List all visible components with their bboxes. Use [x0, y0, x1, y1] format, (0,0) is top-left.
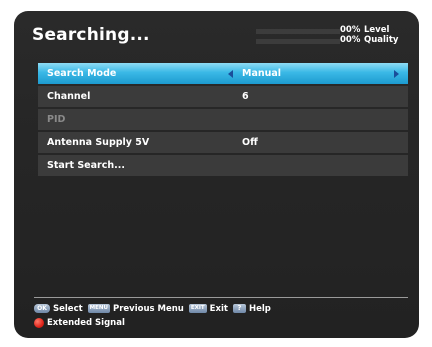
menu-row-value: Manual: [242, 68, 282, 79]
level-value: 00%: [340, 25, 361, 35]
menu-row-value: Off: [242, 137, 258, 148]
ok-button-icon[interactable]: OK: [34, 304, 50, 313]
page-title: Searching...: [32, 25, 150, 45]
arrow-left-icon[interactable]: [228, 70, 233, 78]
exit-button-icon[interactable]: EXIT: [188, 304, 207, 313]
menu-row-label: Antenna Supply 5V: [47, 137, 150, 148]
menu-row-label: Channel: [47, 91, 91, 102]
help-hint: Help: [248, 303, 271, 314]
quality-label: Quality: [364, 35, 399, 45]
menu-row-search-mode[interactable]: Search Mode Manual: [38, 63, 408, 84]
menu-button-icon[interactable]: MENU: [87, 304, 110, 313]
quality-meter-bar: [256, 39, 340, 44]
menu-row-start-search[interactable]: Start Search...: [38, 155, 408, 176]
footer-extended-line: Extended Signal: [34, 316, 414, 329]
level-label: Level: [364, 25, 390, 35]
quality-meter-text: 00% Quality: [340, 35, 398, 45]
help-button-icon[interactable]: ?: [232, 304, 246, 313]
footer-help-bar: OK Select MENU Previous Menu EXIT Exit ?…: [34, 302, 414, 329]
menu-row-antenna-supply[interactable]: Antenna Supply 5V Off: [38, 132, 408, 153]
level-meter-bar: [256, 29, 340, 34]
quality-value: 00%: [340, 35, 361, 45]
menu-row-label: Search Mode: [47, 68, 117, 79]
level-meter-text: 00% Level: [340, 25, 389, 35]
extended-signal-hint: Extended Signal: [47, 317, 125, 328]
exit-hint: Exit: [209, 303, 228, 314]
menu-row-channel[interactable]: Channel 6: [38, 86, 408, 107]
footer-keys-line: OK Select MENU Previous Menu EXIT Exit ?…: [34, 302, 414, 315]
menu-row-value: 6: [242, 91, 249, 102]
red-button-icon[interactable]: [34, 317, 44, 328]
footer-divider: [34, 297, 408, 298]
select-hint: Select: [53, 303, 83, 314]
tv-screen: Searching... 00% Level 00% Quality Search …: [14, 11, 419, 338]
arrow-right-icon[interactable]: [394, 70, 399, 78]
menu-row-label: Start Search...: [47, 160, 125, 171]
previous-menu-hint: Previous Menu: [112, 303, 184, 314]
menu-row-label: PID: [47, 114, 66, 125]
menu-row-pid: PID: [38, 109, 408, 130]
search-menu: Search Mode Manual Channel 6 PID Antenna…: [38, 63, 408, 178]
